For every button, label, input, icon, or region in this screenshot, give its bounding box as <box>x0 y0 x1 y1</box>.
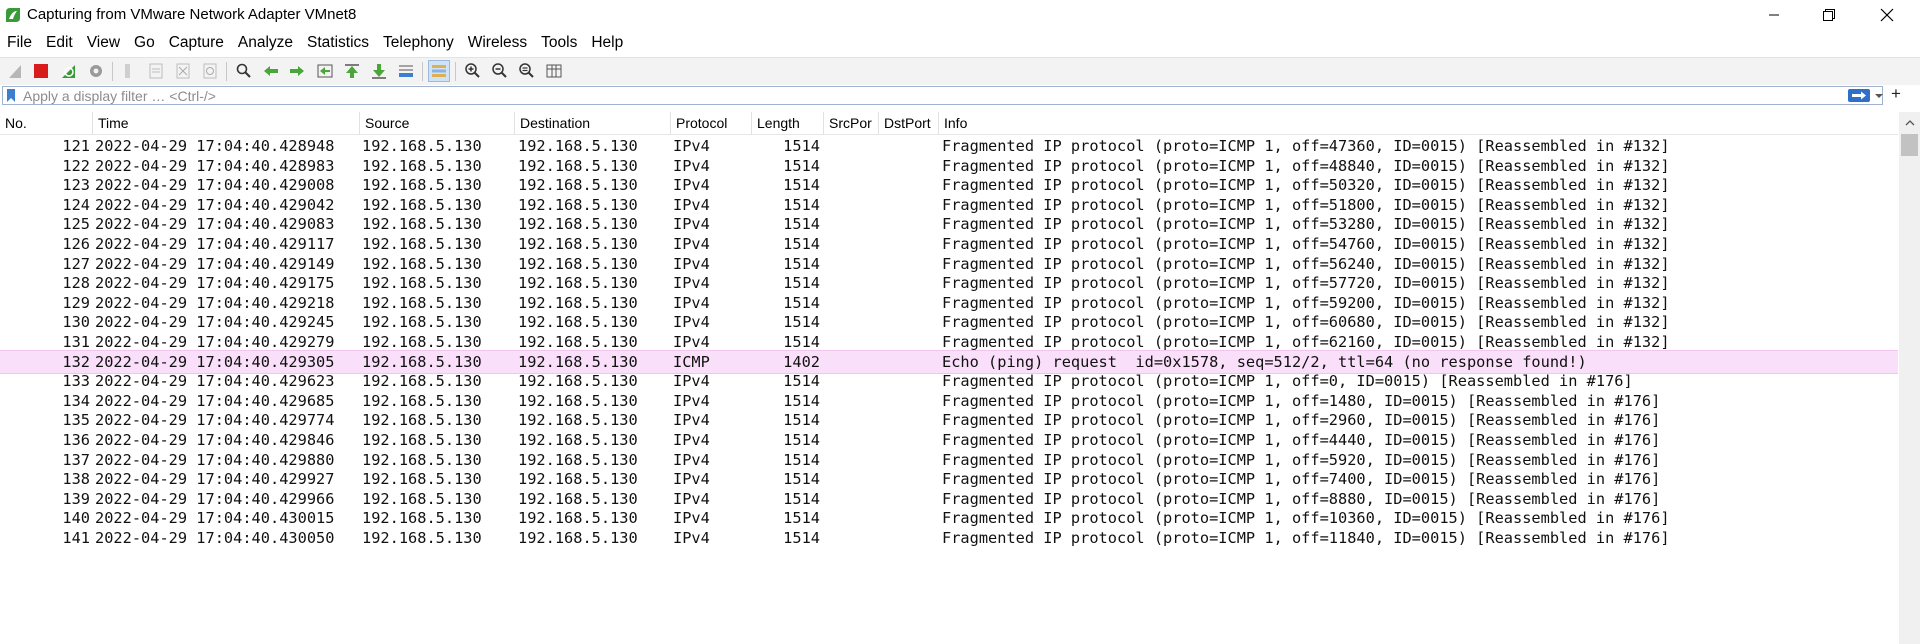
zoom-in-icon <box>465 63 480 78</box>
menu-analyze[interactable]: Analyze <box>231 31 300 55</box>
packet-list-header: No. Time Source Destination Protocol Len… <box>0 112 1898 135</box>
scroll-up-button[interactable] <box>1899 112 1920 132</box>
menu-tools[interactable]: Tools <box>534 31 584 55</box>
menu-view[interactable]: View <box>80 31 127 55</box>
open-file-icon <box>125 64 130 78</box>
chevron-up-icon <box>1905 119 1914 125</box>
restore-icon <box>1823 9 1835 21</box>
add-filter-button[interactable]: + <box>1888 84 1904 104</box>
restart-capture-button[interactable] <box>58 60 80 82</box>
display-filter-input[interactable] <box>23 87 1823 104</box>
save-file-icon <box>149 63 163 79</box>
stop-capture-button[interactable] <box>30 60 52 82</box>
go-to-packet-button[interactable] <box>314 60 336 82</box>
packet-rows: 121 2022-04-29 17:04:40.428948 192.168.5.1… <box>0 134 1898 644</box>
find-packet-button[interactable] <box>233 60 255 82</box>
packet-cell-len: 1514 <box>783 529 820 547</box>
go-forward-icon <box>290 66 304 76</box>
menu-telephony[interactable]: Telephony <box>376 31 461 55</box>
packet-list: No. Time Source Destination Protocol Len… <box>0 108 1920 644</box>
menu-edit[interactable]: Edit <box>39 31 80 55</box>
column-header-protocol[interactable]: Protocol <box>670 112 751 134</box>
filter-history-dropdown[interactable] <box>1873 88 1885 104</box>
minimize-button[interactable] <box>1745 0 1803 30</box>
resize-columns-button[interactable] <box>543 60 565 82</box>
chevron-down-icon <box>1875 94 1883 98</box>
colorize-icon <box>432 65 446 77</box>
stop-square-icon <box>34 64 48 78</box>
zoom-in-button[interactable] <box>462 60 484 82</box>
shark-fin-start-icon <box>9 65 21 78</box>
filter-bookmark-button[interactable] <box>5 88 17 103</box>
menu-help[interactable]: Help <box>584 31 630 55</box>
menu-statistics[interactable]: Statistics <box>300 31 376 55</box>
packet-cell-src: 192.168.5.130 <box>362 529 482 547</box>
menu-go[interactable]: Go <box>127 31 162 55</box>
apply-filter-button[interactable] <box>1848 89 1870 102</box>
zoom-normal-button[interactable] <box>516 60 538 82</box>
display-filter-box <box>2 86 1883 105</box>
display-filter-bar: + <box>0 84 1920 107</box>
find-packet-icon <box>236 63 251 78</box>
menu-capture[interactable]: Capture <box>162 31 231 55</box>
gear-options-icon <box>90 65 102 77</box>
restore-button[interactable] <box>1800 0 1858 30</box>
open-file-button[interactable] <box>117 60 139 82</box>
go-to-packet-icon <box>317 64 333 78</box>
menu-bar: File Edit View Go Capture Analyze Statis… <box>0 30 1920 56</box>
close-button[interactable] <box>1858 0 1916 30</box>
close-file-icon <box>176 63 190 79</box>
zoom-out-icon <box>492 63 507 78</box>
column-header-length[interactable]: Length <box>751 112 823 134</box>
packet-row[interactable]: 141 2022-04-29 17:04:40.430050 192.168.5.1… <box>0 526 1898 550</box>
go-first-button[interactable] <box>341 60 363 82</box>
go-forward-button[interactable] <box>286 60 308 82</box>
minimize-icon <box>1769 14 1779 16</box>
go-last-button[interactable] <box>368 60 390 82</box>
column-header-no[interactable]: No. <box>0 112 92 134</box>
zoom-out-button[interactable] <box>489 60 511 82</box>
capture-options-button[interactable] <box>85 60 107 82</box>
reload-button[interactable] <box>199 60 221 82</box>
packet-list-scrollbar[interactable] <box>1899 112 1920 644</box>
save-file-button[interactable] <box>145 60 167 82</box>
go-last-icon <box>372 64 386 79</box>
start-capture-button[interactable] <box>5 60 27 82</box>
close-file-button[interactable] <box>172 60 194 82</box>
restart-shark-fin-icon <box>62 65 75 78</box>
packet-cell-info: Fragmented IP protocol (proto=ICMP 1, of… <box>942 529 1670 547</box>
title-bar: Capturing from VMware Network Adapter VM… <box>0 0 1920 30</box>
column-header-dstport[interactable]: DstPort <box>878 112 938 134</box>
autoscroll-button[interactable] <box>395 60 417 82</box>
resize-columns-icon <box>546 64 562 78</box>
packet-cell-time: 2022-04-29 17:04:40.430050 <box>95 529 335 547</box>
column-header-info[interactable]: Info <box>938 112 1898 134</box>
go-back-icon <box>264 66 278 76</box>
go-back-button[interactable] <box>260 60 282 82</box>
column-header-source[interactable]: Source <box>359 112 514 134</box>
column-header-destination[interactable]: Destination <box>514 112 670 134</box>
wireshark-app-icon <box>4 6 22 24</box>
window-title: Capturing from VMware Network Adapter VM… <box>27 6 357 23</box>
zoom-normal-icon <box>519 63 534 78</box>
reload-icon <box>203 63 217 79</box>
column-header-srcport[interactable]: SrcPor <box>823 112 878 134</box>
autoscroll-icon <box>399 65 413 77</box>
menu-wireless[interactable]: Wireless <box>461 31 534 55</box>
scrollbar-thumb[interactable] <box>1901 134 1918 156</box>
packet-cell-dst: 192.168.5.130 <box>518 529 638 547</box>
packet-cell-no: 141 <box>62 529 90 547</box>
bookmark-icon <box>7 89 15 102</box>
close-icon <box>1880 8 1894 22</box>
go-first-icon <box>345 64 359 78</box>
colorize-button[interactable] <box>428 60 450 82</box>
column-header-time[interactable]: Time <box>92 112 359 134</box>
menu-file[interactable]: File <box>0 31 39 55</box>
main-toolbar <box>0 57 1920 86</box>
arrow-right-icon <box>1852 91 1866 100</box>
packet-cell-proto: IPv4 <box>673 529 710 547</box>
